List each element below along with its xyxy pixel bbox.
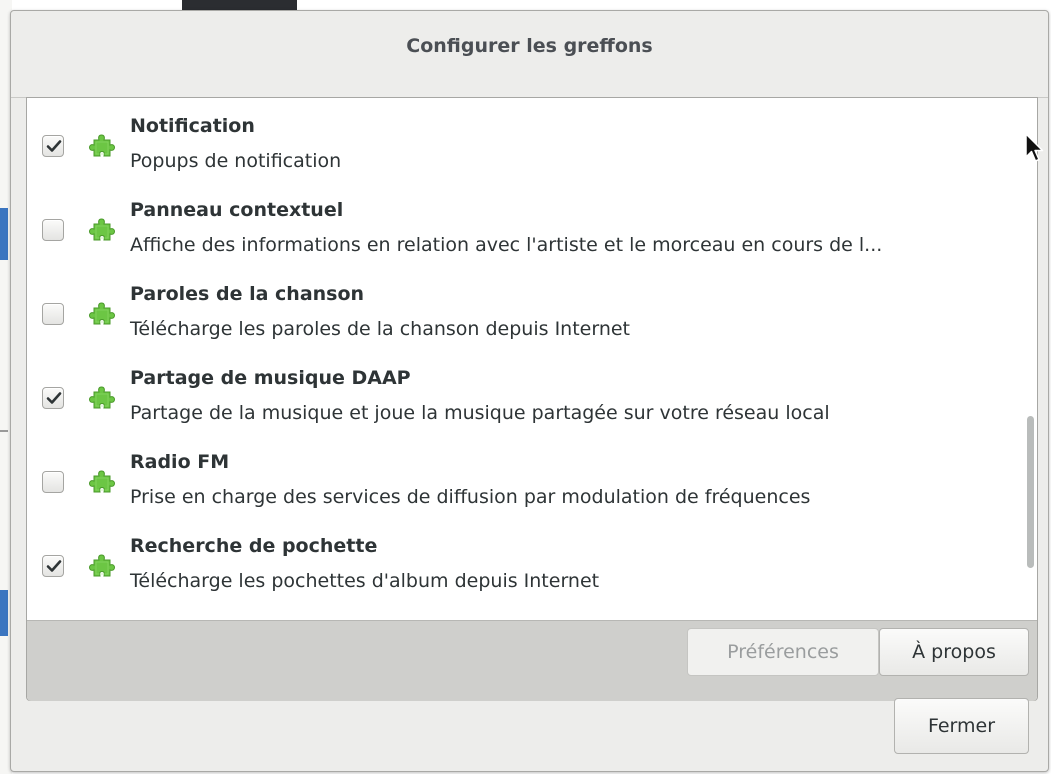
mouse-pointer-icon (1025, 133, 1044, 162)
plugin-enabled-checkbox[interactable] (42, 219, 64, 241)
plugin-row[interactable]: Partage de musique DAAP Partage de la mu… (27, 350, 1037, 434)
puzzle-piece-icon (88, 554, 116, 577)
close-button[interactable]: Fermer (894, 698, 1029, 754)
about-button[interactable]: À propos (879, 628, 1029, 676)
plugin-description: Télécharge les paroles de la chanson dep… (130, 318, 631, 340)
plugin-enabled-checkbox[interactable] (42, 471, 64, 493)
plugin-description: Télécharge les pochettes d'album depuis … (130, 570, 600, 592)
checkmark-icon (46, 140, 62, 152)
plugin-name: Partage de musique DAAP (130, 367, 411, 389)
plugin-enabled-checkbox[interactable] (42, 387, 64, 409)
checkmark-icon (46, 392, 62, 404)
puzzle-piece-icon (88, 302, 116, 325)
background-selection-mark (0, 590, 8, 636)
plugin-name: Notification (130, 115, 255, 137)
dialog-title: Configurer les greffons (406, 35, 653, 57)
configure-plugins-dialog: Configurer les greffons Notification Pop… (10, 10, 1049, 772)
plugin-description: Affiche des informations en relation ave… (130, 234, 883, 256)
puzzle-piece-icon (88, 470, 116, 493)
preferences-button[interactable]: Préférences (687, 628, 879, 676)
puzzle-piece-icon (88, 386, 116, 409)
plugin-row[interactable]: Recherche de pochette Télécharge les poc… (27, 518, 1037, 602)
checkmark-icon (46, 560, 62, 572)
plugin-list: Notification Popups de notification Pann… (27, 98, 1037, 620)
plugin-description: Popups de notification (130, 150, 342, 172)
plugin-actionbar: Préférences À propos (27, 620, 1037, 701)
plugin-description: Partage de la musique et joue la musique… (130, 402, 830, 424)
plugin-enabled-checkbox[interactable] (42, 555, 64, 577)
plugin-enabled-checkbox[interactable] (42, 135, 64, 157)
plugin-name: Paroles de la chanson (130, 283, 365, 305)
dialog-titlebar[interactable]: Configurer les greffons (11, 11, 1048, 98)
plugin-name: Panneau contextuel (130, 199, 344, 221)
background-selection-mark (0, 208, 8, 260)
scrollbar-slider[interactable] (1027, 416, 1034, 568)
plugin-name: Radio FM (130, 451, 230, 473)
plugin-description: Prise en charge des services de diffusio… (130, 486, 811, 508)
plugin-row[interactable]: Radio FM Prise en charge des services de… (27, 434, 1037, 518)
puzzle-piece-icon (88, 218, 116, 241)
background-divider (0, 430, 8, 432)
puzzle-piece-icon (88, 134, 116, 157)
plugin-row[interactable]: Paroles de la chanson Télécharge les par… (27, 266, 1037, 350)
plugins-panel: Notification Popups de notification Pann… (26, 97, 1038, 701)
plugin-enabled-checkbox[interactable] (42, 303, 64, 325)
plugin-name: Recherche de pochette (130, 535, 378, 557)
plugin-row[interactable]: Notification Popups de notification (27, 98, 1037, 182)
plugin-row[interactable]: Panneau contextuel Affiche des informati… (27, 182, 1037, 266)
